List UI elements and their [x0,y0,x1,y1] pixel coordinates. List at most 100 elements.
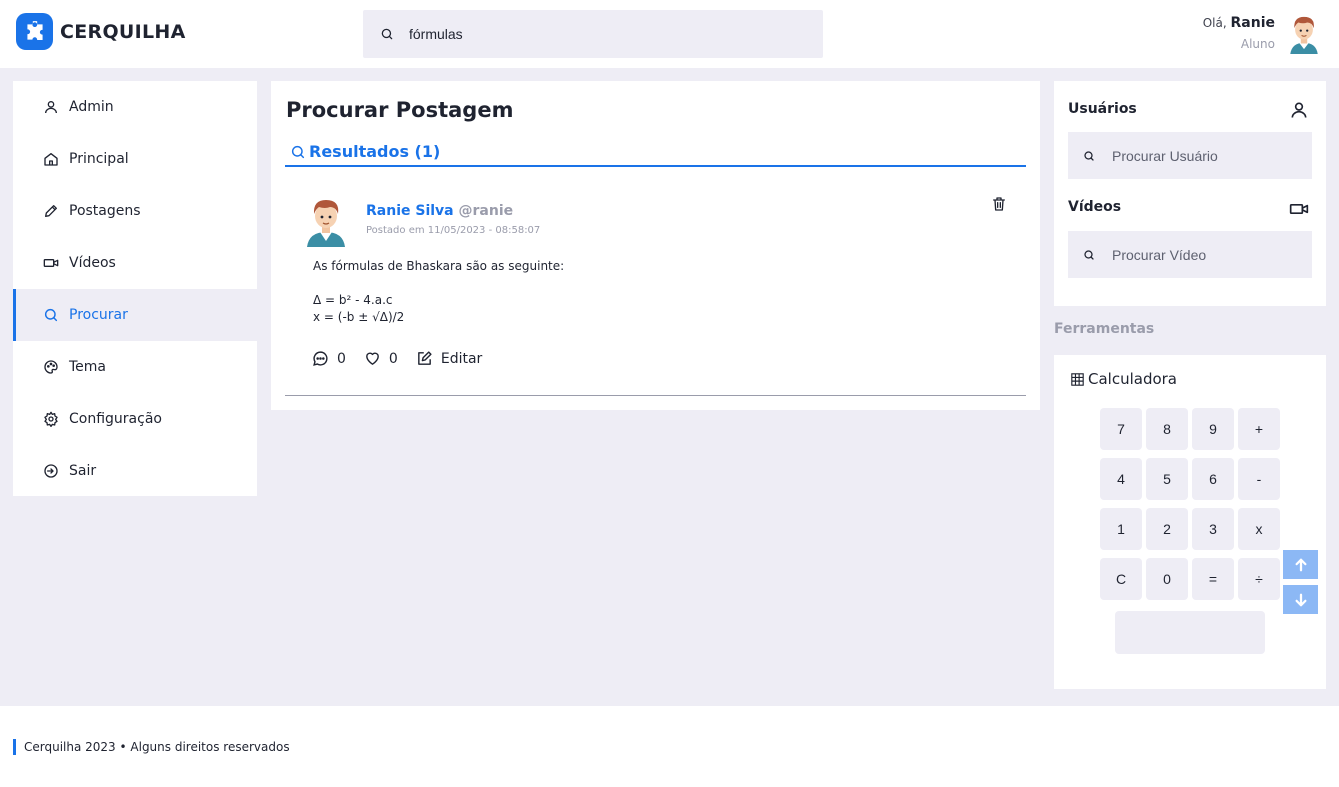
user-name: Ranie [1230,15,1276,31]
sidebar-item-label: Admin [69,99,114,115]
user-search-bar[interactable] [1068,132,1312,179]
calc-key-3[interactable]: 3 [1192,508,1234,550]
comment-button[interactable]: 0 [312,350,346,367]
avatar[interactable] [1285,12,1323,54]
user-role: Aluno [1240,37,1275,51]
top-bar: CERQUILHA Olá, Ranie Aluno [0,0,1339,68]
calc-key-4[interactable]: 4 [1100,458,1142,500]
palette-icon [43,359,59,375]
users-title: Usuários [1068,101,1137,117]
search-icon [291,145,305,159]
calc-key-8[interactable]: 8 [1146,408,1188,450]
calc-key-equals[interactable]: = [1192,558,1234,600]
sidebar-item-principal[interactable]: Principal [13,133,257,185]
post-body-line: x = (-b ± √Δ)/2 [313,310,405,324]
calculator-card: Calculadora 7 8 9 + 4 5 6 - 1 2 3 x C 0 … [1054,355,1326,689]
video-icon [43,255,59,271]
search-sidebar-card: Usuários Vídeos [1054,81,1326,306]
calc-key-5[interactable]: 5 [1146,458,1188,500]
videos-title: Vídeos [1068,199,1122,215]
comment-count: 0 [337,350,346,367]
calculator-header: Calculadora [1071,370,1177,388]
sidebar-item-label: Tema [69,359,107,375]
sidebar-item-label: Vídeos [69,255,116,271]
logout-icon [43,463,59,479]
sidebar-item-videos[interactable]: Vídeos [13,237,257,289]
video-icon [1289,204,1309,214]
puzzle-icon [16,13,53,50]
scroll-up-button[interactable] [1283,550,1318,579]
sidebar-item-label: Principal [69,151,129,167]
post-actions: 0 0 Editar [312,350,500,367]
sidebar-item-admin[interactable]: Admin [13,81,257,133]
calculator-display [1115,611,1265,654]
gear-icon [43,411,59,427]
sidebar-item-label: Sair [69,463,97,479]
post-author[interactable]: Ranie Silva @ranie [366,203,513,219]
post-body-line: As fórmulas de Bhaskara são as seguinte: [313,259,565,273]
sidebar-item-sair[interactable]: Sair [13,445,257,497]
calc-key-9[interactable]: 9 [1192,408,1234,450]
trash-icon[interactable] [991,195,1007,213]
post-handle[interactable]: @ranie [459,203,514,219]
footer-text: Cerquilha 2023 • Alguns direitos reserva… [24,740,290,754]
sidebar-item-postagens[interactable]: Postagens [13,185,257,237]
edit-button[interactable]: Editar [416,350,482,367]
calc-key-2[interactable]: 2 [1146,508,1188,550]
calc-key-7[interactable]: 7 [1100,408,1142,450]
page-title: Procurar Postagem [286,98,514,122]
heart-icon [366,352,379,365]
video-search-bar[interactable] [1068,231,1312,278]
calculator-keypad: 7 8 9 + 4 5 6 - 1 2 3 x C 0 = ÷ [1100,408,1280,600]
post-body: As fórmulas de Bhaskara são as seguinte:… [313,258,564,326]
user-icon [43,99,59,115]
calc-key-6[interactable]: 6 [1192,458,1234,500]
calc-key-minus[interactable]: - [1238,458,1280,500]
comment-icon [313,351,328,366]
scroll-down-button[interactable] [1283,585,1318,614]
top-search-bar[interactable] [363,10,823,58]
edit-icon [417,351,432,365]
sidebar-item-label: Procurar [69,307,128,323]
brand-logo[interactable]: CERQUILHA [16,13,186,50]
user-icon [1291,102,1307,118]
calc-key-multiply[interactable]: x [1238,508,1280,550]
search-icon [1084,249,1094,260]
sidebar-item-procurar[interactable]: Procurar [13,289,257,341]
home-icon [43,151,59,167]
user-info: Olá, Ranie Aluno [1203,12,1275,54]
calc-key-plus[interactable]: + [1238,408,1280,450]
sidebar-item-configuracao[interactable]: Configuração [13,393,257,445]
tools-title: Ferramentas [1054,321,1155,337]
calc-key-clear[interactable]: C [1100,558,1142,600]
footer-accent [13,739,16,755]
video-search-input[interactable] [1112,246,1302,263]
calculator-title: Calculadora [1088,370,1178,388]
sidebar: Admin Principal Postagens Vídeos Procura… [13,81,257,496]
tab-resultados[interactable]: Resultados (1) [285,142,1026,167]
results-label: Resultados (1) [309,142,441,161]
calculator-icon [1071,372,1084,386]
post-card: Ranie Silva @ranie Postado em 11/05/2023… [285,187,1026,396]
search-icon [43,307,59,323]
arrow-up-icon [1294,558,1307,571]
post-author-name[interactable]: Ranie Silva [366,203,454,219]
user-search-input[interactable] [1112,147,1302,164]
sidebar-item-label: Postagens [69,203,141,219]
sidebar-item-tema[interactable]: Tema [13,341,257,393]
pencil-icon [43,203,59,219]
calc-key-0[interactable]: 0 [1146,558,1188,600]
brand-name: CERQUILHA [60,20,186,43]
search-icon [381,28,393,40]
top-search-input[interactable] [409,26,789,42]
like-button[interactable]: 0 [364,350,398,367]
post-body-line: Δ = b² - 4.a.c [313,293,393,307]
calc-key-divide[interactable]: ÷ [1238,558,1280,600]
post-date: Postado em 11/05/2023 - 08:58:07 [366,225,541,236]
avatar[interactable] [303,195,349,247]
like-count: 0 [388,350,398,367]
main-panel: Procurar Postagem Resultados (1) Ranie S… [271,81,1040,410]
user-profile[interactable]: Olá, Ranie Aluno [1203,12,1323,54]
search-icon [1084,150,1094,161]
calc-key-1[interactable]: 1 [1100,508,1142,550]
